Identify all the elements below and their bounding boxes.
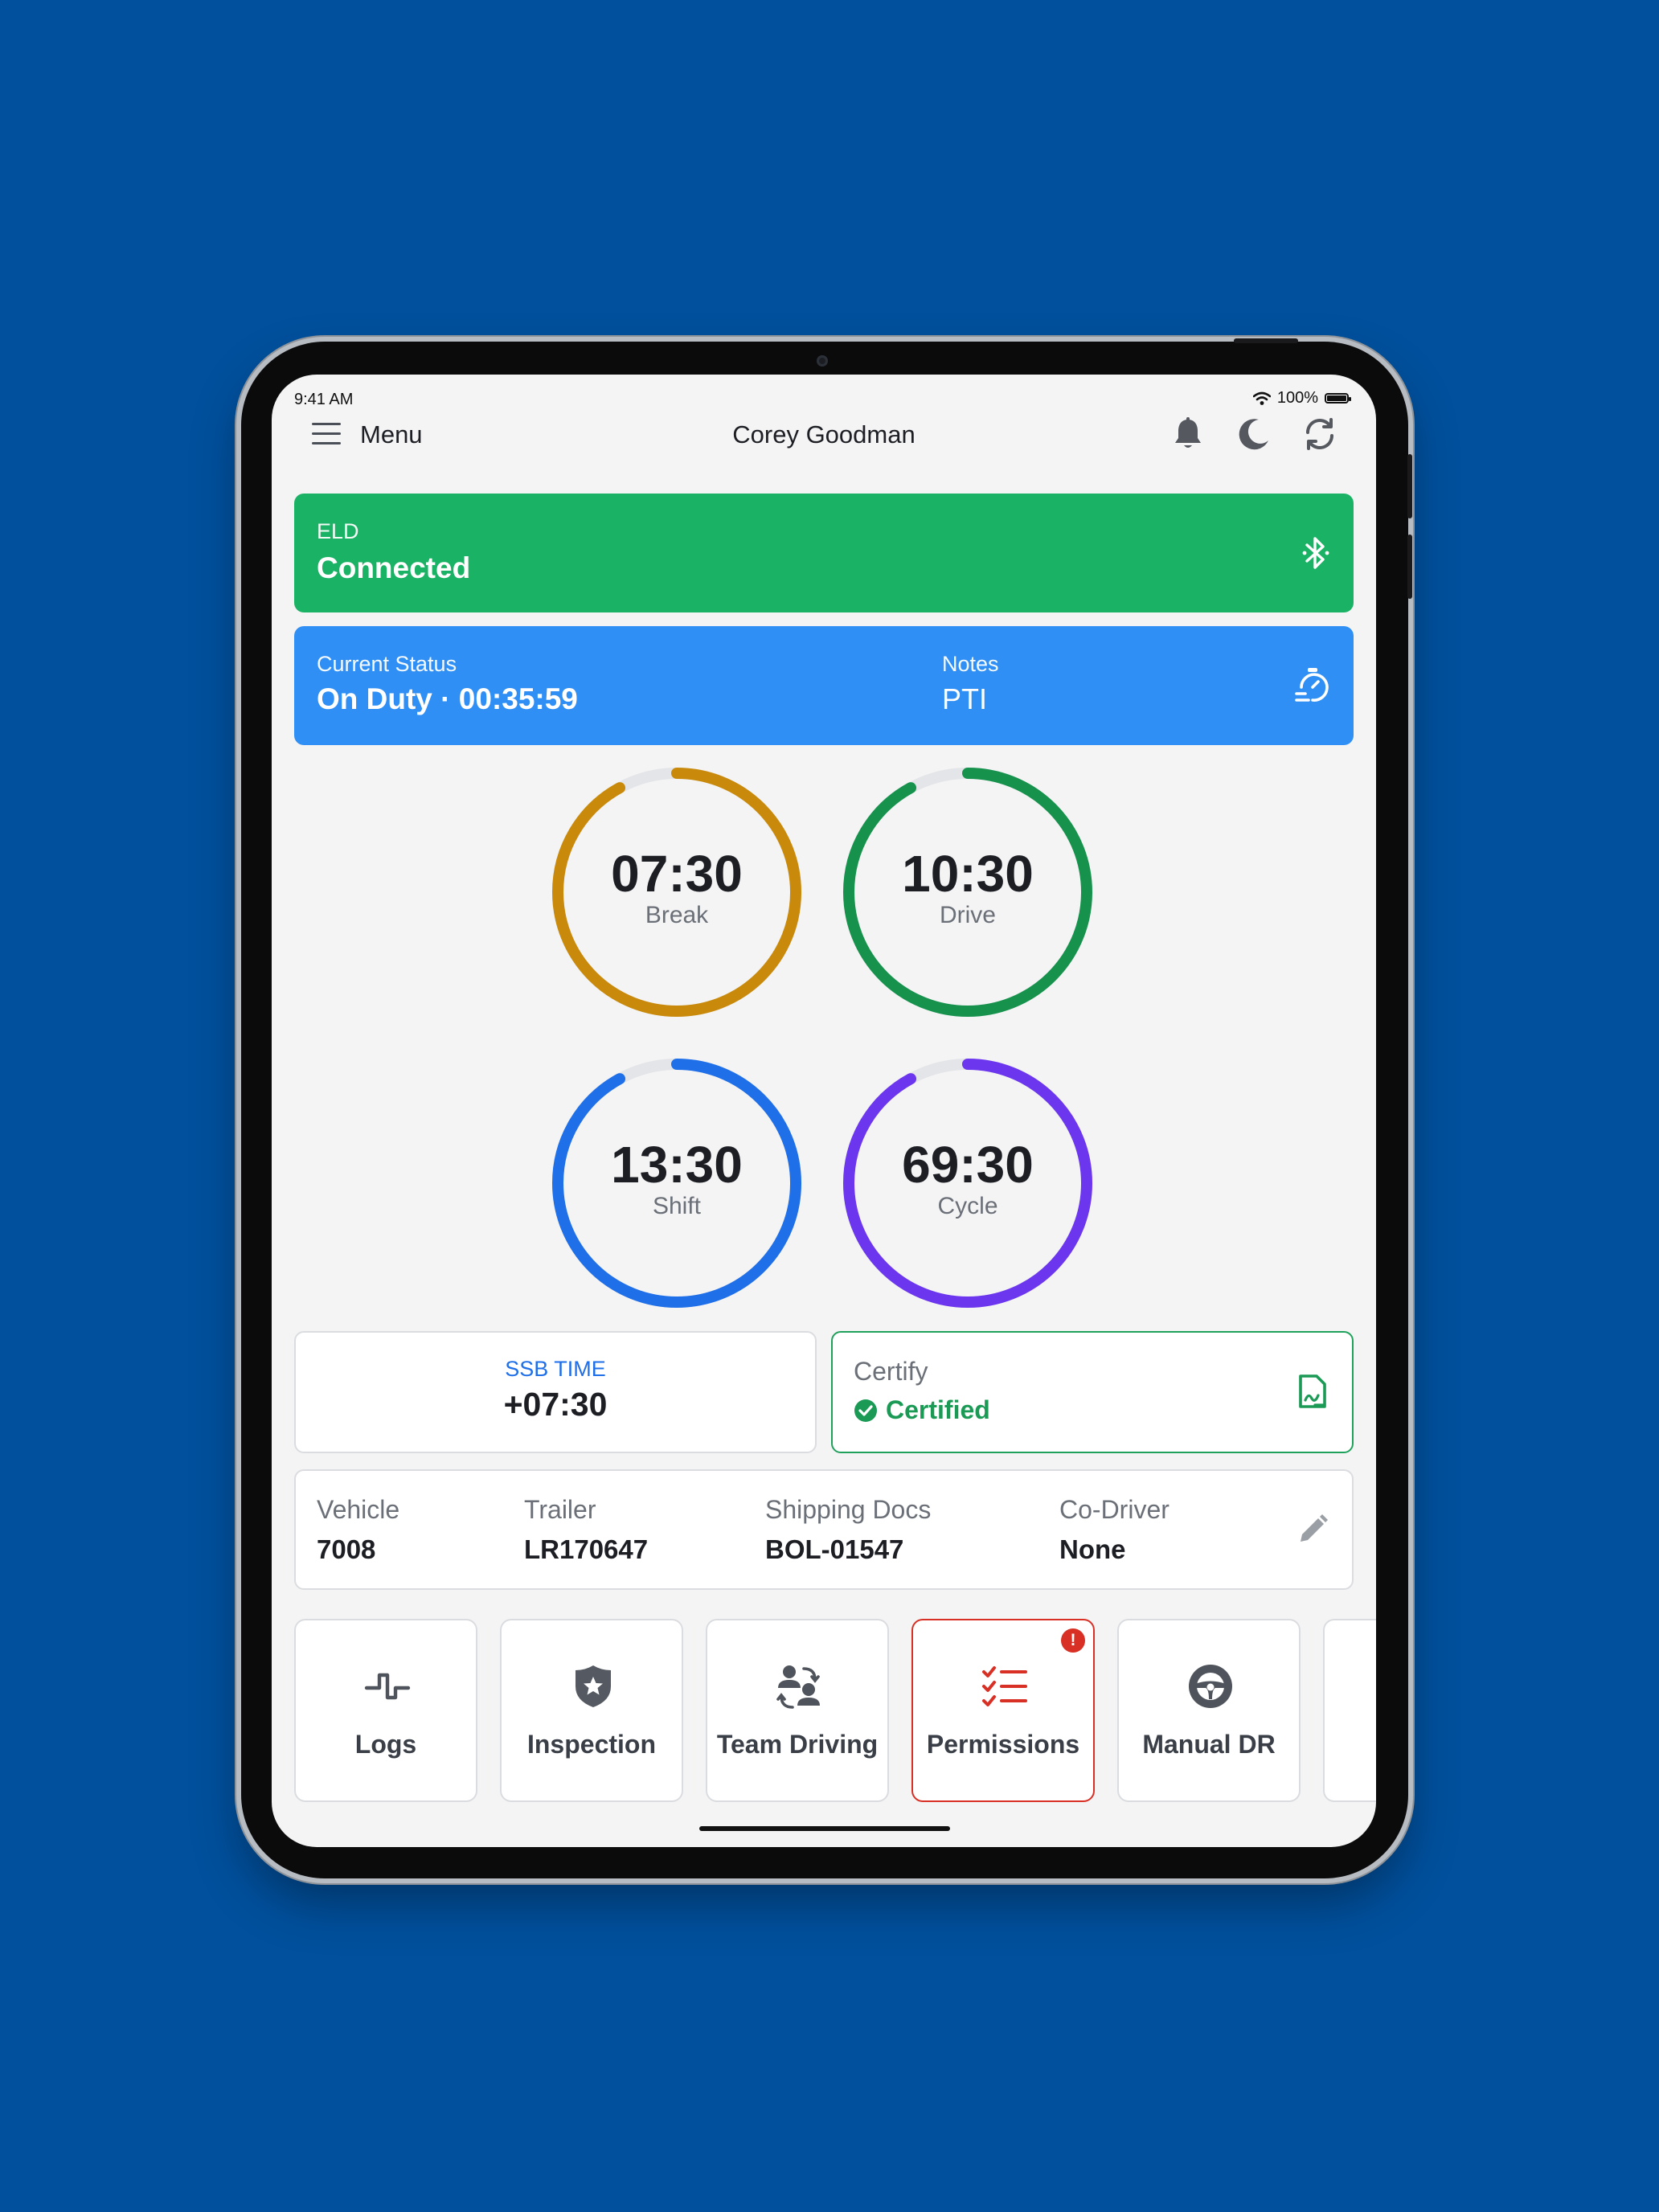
break-timer-value: 07:30 — [611, 845, 743, 903]
manual-dr-tile[interactable]: Manual DR — [1117, 1619, 1301, 1802]
shipping-docs-value: BOL-01547 — [765, 1534, 904, 1564]
shipping-docs-field: Shipping Docs BOL-01547 — [765, 1495, 931, 1565]
sync-icon[interactable] — [1301, 415, 1339, 453]
signed-document-icon[interactable] — [1294, 1373, 1329, 1411]
break-timer[interactable]: 07:30 Break — [548, 764, 805, 1021]
logs-tile[interactable]: Logs — [294, 1619, 477, 1802]
permissions-tile-label: Permissions — [926, 1730, 1080, 1759]
co-driver-field: Co-Driver None — [1059, 1495, 1169, 1565]
stopwatch-icon[interactable] — [1294, 666, 1331, 705]
current-status-label: Current Status — [317, 652, 457, 676]
drive-timer[interactable]: 10:30 Drive — [839, 764, 1096, 1021]
certify-card[interactable]: Certify Certified — [831, 1331, 1354, 1453]
alert-badge-icon: ! — [1061, 1628, 1085, 1653]
checklist-icon — [982, 1666, 1027, 1706]
co-driver-value: None — [1059, 1534, 1126, 1564]
inspection-tile[interactable]: Inspection — [500, 1619, 683, 1802]
home-indicator[interactable] — [699, 1826, 950, 1831]
vehicle-info-card[interactable]: Vehicle 7008 Trailer LR170647 Shipping D… — [294, 1469, 1354, 1590]
vehicle-label: Vehicle — [317, 1495, 400, 1524]
status-indicators: 100% — [1252, 389, 1351, 408]
notes-label: Notes — [942, 652, 999, 676]
shift-timer-label: Shift — [652, 1193, 702, 1219]
certify-status: Certified — [854, 1395, 990, 1425]
co-driver-label: Co-Driver — [1059, 1495, 1169, 1524]
eld-connection-card[interactable]: ELD Connected — [294, 494, 1354, 612]
eld-status: Connected — [317, 551, 471, 584]
team-driving-tile-label: Team Driving — [716, 1730, 879, 1759]
cycle-timer-value: 69:30 — [902, 1136, 1034, 1194]
shift-timer[interactable]: 13:30 Shift — [548, 1055, 805, 1312]
shipping-docs-label: Shipping Docs — [765, 1495, 932, 1524]
logs-icon — [364, 1673, 411, 1700]
check-circle-icon — [854, 1399, 877, 1422]
inspection-tile-label: Inspection — [526, 1730, 656, 1759]
trailer-field: Trailer LR170647 — [524, 1495, 648, 1565]
current-status-card[interactable]: Current Status On Duty · 00:35:59 Notes … — [294, 626, 1354, 745]
ssb-time-card[interactable]: SSB TIME +07:30 — [294, 1331, 817, 1453]
permissions-tile[interactable]: ! Permissions — [911, 1619, 1095, 1802]
driver-name: Corey Goodman — [732, 420, 916, 449]
vehicle-field: Vehicle 7008 — [317, 1495, 399, 1565]
cycle-timer[interactable]: 69:30 Cycle — [839, 1055, 1096, 1312]
battery-percent: 100% — [1276, 389, 1318, 407]
break-timer-label: Break — [645, 902, 709, 928]
cycle-timer-label: Cycle — [937, 1193, 998, 1219]
wifi-icon — [1252, 391, 1271, 405]
drive-timer-label: Drive — [939, 902, 996, 928]
night-mode-icon[interactable] — [1235, 415, 1273, 453]
ssb-time-value: +07:30 — [503, 1386, 608, 1423]
eld-label: ELD — [317, 519, 359, 543]
pencil-edit-icon[interactable] — [1296, 1513, 1329, 1546]
app-screen: 9:41 AM 100% Menu Corey Goodman ELD Conn… — [272, 375, 1376, 1847]
vehicle-value: 7008 — [317, 1534, 376, 1564]
logs-tile-label: Logs — [354, 1730, 417, 1759]
shift-timer-value: 13:30 — [611, 1136, 743, 1194]
battery-icon — [1325, 393, 1351, 403]
trailer-label: Trailer — [524, 1495, 596, 1524]
badge-icon — [576, 1665, 611, 1707]
more-tile-partial[interactable] — [1323, 1619, 1376, 1802]
team-driving-tile[interactable]: Team Driving — [706, 1619, 889, 1802]
certify-status-text: Certified — [886, 1395, 990, 1424]
drive-timer-value: 10:30 — [902, 845, 1034, 903]
front-camera — [817, 355, 828, 367]
bluetooth-icon — [1302, 537, 1329, 569]
top-button — [1234, 338, 1298, 343]
trailer-value: LR170647 — [524, 1534, 649, 1564]
certify-label: Certify — [854, 1357, 928, 1386]
steering-wheel-icon — [1189, 1665, 1232, 1708]
notes-value: PTI — [942, 682, 988, 715]
current-status-value: On Duty · 00:35:59 — [317, 682, 578, 715]
manual-dr-tile-label: Manual DR — [1142, 1730, 1276, 1759]
ssb-time-label: SSB TIME — [505, 1357, 606, 1381]
bell-icon[interactable] — [1169, 415, 1207, 453]
status-time: 9:41 AM — [294, 391, 354, 408]
volume-down-button — [1407, 535, 1412, 599]
team-icon — [776, 1665, 820, 1709]
volume-up-button — [1407, 454, 1412, 518]
